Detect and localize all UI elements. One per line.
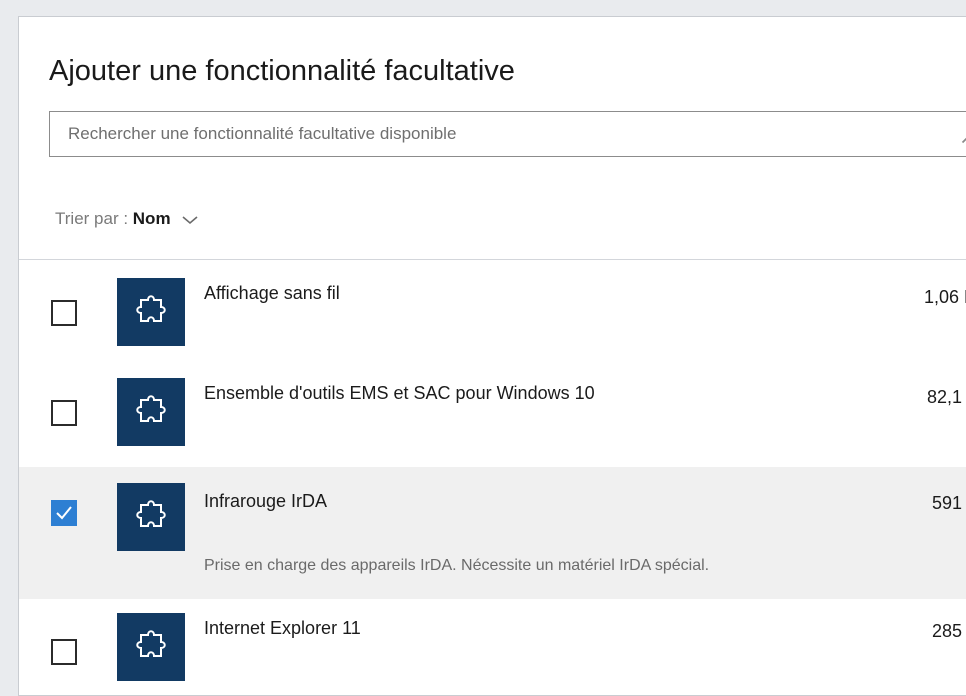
- feature-row-ems-sac[interactable]: Ensemble d'outils EMS et SAC pour Window…: [19, 360, 966, 460]
- feature-name: Affichage sans fil: [204, 283, 340, 304]
- feature-row-irda[interactable]: Infrarouge IrDA 591 K Prise en charge de…: [19, 467, 966, 599]
- sort-dropdown[interactable]: Trier par : Nom: [55, 209, 199, 229]
- feature-name: Ensemble d'outils EMS et SAC pour Window…: [204, 383, 595, 404]
- sort-label: Trier par :: [55, 209, 133, 228]
- feature-row-internet-explorer[interactable]: Internet Explorer 11 285 K: [19, 599, 966, 696]
- chevron-down-icon: [181, 214, 199, 226]
- feature-name: Internet Explorer 11: [204, 618, 361, 639]
- feature-checkbox[interactable]: [51, 639, 77, 665]
- puzzle-icon: [133, 394, 169, 430]
- feature-size: 1,06 M: [924, 287, 966, 308]
- feature-app-tile: [117, 278, 185, 346]
- feature-row-wireless-display[interactable]: Affichage sans fil 1,06 M: [19, 260, 966, 360]
- search-placeholder: Rechercher une fonctionnalité facultativ…: [68, 124, 456, 144]
- search-icon[interactable]: [960, 123, 966, 145]
- sort-value: Nom: [133, 209, 171, 228]
- feature-size: 285 K: [932, 621, 966, 642]
- feature-checkbox[interactable]: [51, 300, 77, 326]
- feature-description: Prise en charge des appareils IrDA. Néce…: [204, 557, 709, 575]
- feature-app-tile: [117, 613, 185, 681]
- search-input[interactable]: Rechercher une fonctionnalité facultativ…: [49, 111, 966, 157]
- puzzle-icon: [133, 499, 169, 535]
- checkmark-icon: [55, 505, 73, 521]
- feature-app-tile: [117, 483, 185, 551]
- feature-checkbox[interactable]: [51, 400, 77, 426]
- feature-name: Infrarouge IrDA: [204, 491, 327, 512]
- puzzle-icon: [133, 629, 169, 665]
- puzzle-icon: [133, 294, 169, 330]
- feature-size: 591 K: [932, 493, 966, 514]
- dialog-title: Ajouter une fonctionnalité facultative: [49, 55, 515, 88]
- feature-checkbox-checked[interactable]: [51, 500, 77, 526]
- add-optional-feature-dialog: Ajouter une fonctionnalité facultative R…: [18, 16, 966, 696]
- feature-size: 82,1 K: [927, 387, 966, 408]
- feature-app-tile: [117, 378, 185, 446]
